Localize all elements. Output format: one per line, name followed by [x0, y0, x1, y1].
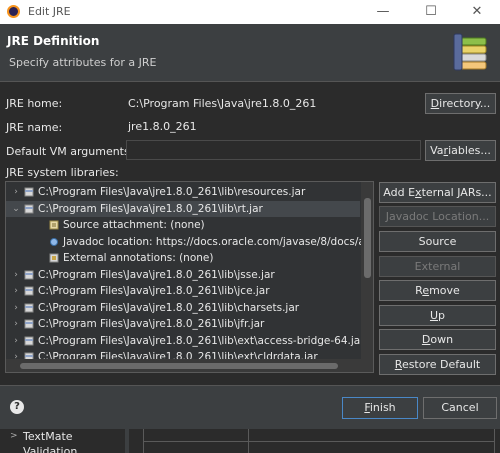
library-jar-row[interactable]: › C:\Program Files\Java\jre1.8.0_261\lib\… — [6, 316, 360, 332]
scrollbar-thumb[interactable] — [364, 198, 371, 278]
library-attribute-row[interactable]: Source attachment: (none) — [6, 217, 360, 233]
tree-item-label: C:\Program Files\Java\jre1.8.0_261\lib\c… — [38, 301, 300, 314]
eclipse-icon — [7, 5, 20, 18]
divider — [125, 429, 129, 453]
jre-library-icon — [453, 33, 487, 71]
jre-home-field[interactable]: C:\Program Files\Java\jre1.8.0_261 — [128, 97, 316, 110]
tree-item-label: Source attachment: (none) — [63, 219, 205, 231]
cancel-button[interactable]: Cancel — [423, 397, 497, 419]
tree-item-label: Javadoc location: https://docs.oracle.co… — [63, 235, 374, 248]
window-title: Edit JRE — [28, 5, 71, 18]
javadoc-location-button[interactable]: Javadoc Location... — [379, 206, 496, 227]
source-attachment-button[interactable]: Source Attachment... — [379, 231, 496, 267]
jre-name-label: JRE name: — [6, 121, 63, 134]
tree-item-label: External annotations: (none) — [63, 252, 214, 264]
jar-icon — [24, 270, 34, 279]
down-button[interactable]: Down — [379, 329, 496, 350]
title-bar: Edit JRE — ☐ ✕ — [0, 0, 500, 24]
library-attribute-row[interactable]: External annotations: (none) — [6, 250, 360, 266]
jar-icon — [24, 204, 34, 213]
library-attribute-row[interactable]: Javadoc location: https://docs.oracle.co… — [6, 234, 373, 250]
minimize-button[interactable]: — — [360, 0, 406, 24]
chevron-down-icon[interactable]: ⌄ — [11, 201, 21, 217]
tree-item-label: C:\Program Files\Java\jre1.8.0_261\lib\j… — [38, 318, 265, 330]
restore-default-button[interactable]: Restore Default — [379, 354, 496, 375]
add-external-jars-button[interactable]: Add External JARs... — [379, 182, 496, 203]
tree-item-label: C:\Program Files\Java\jre1.8.0_261\lib\r… — [38, 186, 306, 198]
source-attachment-icon — [49, 220, 59, 230]
background-window: > TextMate Validation — [0, 429, 500, 453]
jre-home-label: JRE home: — [6, 97, 63, 110]
variables-button[interactable]: Variables... — [425, 140, 496, 161]
maximize-button[interactable]: ☐ — [408, 0, 454, 24]
jar-icon — [24, 286, 34, 296]
jar-icon — [24, 336, 34, 345]
preference-item-validation[interactable]: Validation — [23, 445, 77, 453]
divider — [248, 429, 249, 453]
tree-item-label: C:\Program Files\Java\jre1.8.0_261\lib\r… — [38, 202, 263, 215]
preference-panel — [143, 429, 495, 453]
directory-button[interactable]: Directory... — [425, 93, 496, 114]
library-jar-row[interactable]: › C:\Program Files\Java\jre1.8.0_261\lib\… — [6, 267, 360, 283]
remove-button[interactable]: Remove — [379, 280, 496, 301]
dialog-subtitle: Specify attributes for a JRE — [9, 56, 157, 69]
tree-item-label: C:\Program Files\Java\jre1.8.0_261\lib\e… — [38, 334, 365, 347]
annotations-icon — [49, 253, 59, 263]
library-jar-row[interactable]: › C:\Program Files\Java\jre1.8.0_261\lib\… — [6, 184, 360, 200]
dialog-footer: ? Finish Cancel — [0, 385, 500, 429]
chevron-right-icon[interactable]: › — [11, 316, 21, 332]
chevron-right-icon[interactable]: › — [11, 267, 21, 283]
chevron-right-icon[interactable]: › — [11, 333, 21, 349]
tree-item-label: C:\Program Files\Java\jre1.8.0_261\lib\j… — [38, 268, 275, 281]
tree-horizontal-scrollbar[interactable] — [6, 359, 373, 372]
chevron-right-icon: > — [10, 431, 18, 441]
dialog-header: JRE Definition Specify attributes for a … — [0, 24, 500, 82]
tree-item-label: C:\Program Files\Java\jre1.8.0_261\lib\j… — [38, 285, 270, 297]
external-annotations-button[interactable]: External annotations... — [379, 256, 496, 292]
finish-button[interactable]: Finish — [342, 397, 418, 419]
vm-args-label: Default VM arguments: — [6, 145, 134, 158]
chevron-right-icon[interactable]: › — [11, 184, 21, 200]
up-button[interactable]: Up — [379, 305, 496, 326]
jar-icon — [24, 187, 34, 197]
chevron-right-icon[interactable]: › — [11, 300, 21, 316]
jre-libraries-tree[interactable]: › C:\Program Files\Java\jre1.8.0_261\lib\… — [5, 181, 374, 373]
jre-name-field[interactable]: jre1.8.0_261 — [128, 120, 197, 133]
preference-item-textmate[interactable]: TextMate — [23, 430, 73, 443]
library-jar-row[interactable]: › C:\Program Files\Java\jre1.8.0_261\lib\… — [6, 300, 360, 316]
jar-icon — [24, 319, 34, 329]
library-jar-row[interactable]: › C:\Program Files\Java\jre1.8.0_261\lib\… — [6, 283, 360, 299]
jar-icon — [24, 303, 34, 312]
close-button[interactable]: ✕ — [454, 0, 500, 24]
libraries-label: JRE system libraries: — [6, 166, 119, 179]
javadoc-icon — [50, 237, 58, 246]
help-icon[interactable]: ? — [10, 400, 24, 414]
vm-args-field[interactable] — [126, 140, 421, 160]
library-jar-row[interactable]: ⌄ C:\Program Files\Java\jre1.8.0_261\lib\… — [6, 200, 360, 217]
divider — [144, 441, 494, 442]
tree-vertical-scrollbar[interactable] — [361, 182, 373, 359]
scrollbar-thumb[interactable] — [20, 363, 338, 369]
library-jar-row[interactable]: › C:\Program Files\Java\jre1.8.0_261\lib\… — [6, 333, 364, 349]
dialog-title: JRE Definition — [7, 34, 100, 48]
chevron-right-icon[interactable]: › — [11, 283, 21, 299]
